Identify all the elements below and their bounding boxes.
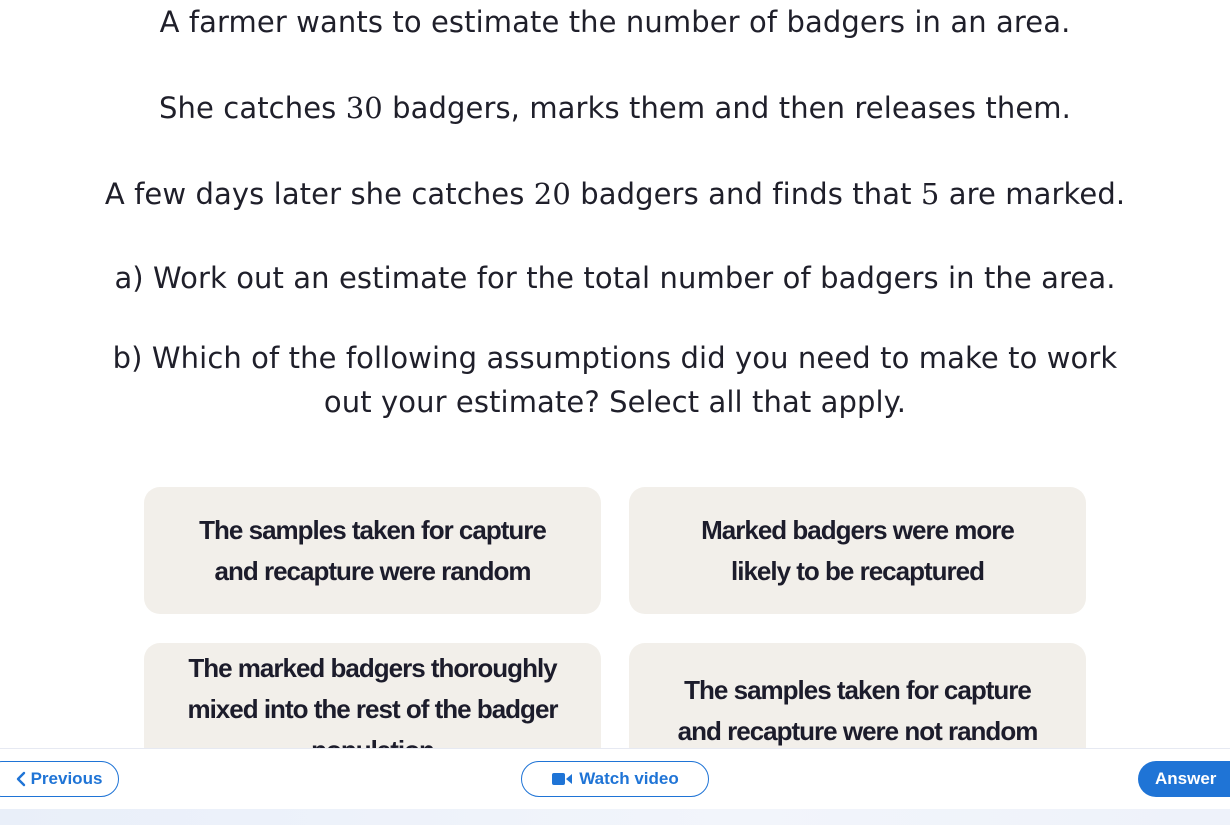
option-thoroughly-mixed[interactable]: The marked badgers thoroughly mixed into… [144,643,601,748]
answer-options: The samples taken for capture and recapt… [0,470,1230,748]
option-line: population [187,730,557,748]
watch-video-button[interactable]: Watch video [521,761,709,797]
nav-bar-strip [0,809,1230,825]
capture-count: 30 [345,91,383,125]
option-line: and recapture were not random [677,715,1039,746]
option-line: mixed into the rest of the badger [187,694,558,724]
question-part-a: a) Work out an estimate for the total nu… [114,261,1116,295]
chevron-left-icon [15,771,27,787]
recapture-text-after: are marked. [939,177,1126,211]
option-line: The samples taken for capture [199,514,547,545]
question-line-recapture: A few days later she catches 20 badgers … [0,172,1230,216]
recapture-count: 20 [533,177,571,211]
previous-label: Previous [30,769,103,788]
option-line: The samples taken for capture [684,674,1032,705]
question-line-capture: She catches 30 badgers, marks them and t… [0,86,1230,130]
video-camera-icon [551,772,573,786]
option-line: The marked badgers thoroughly [188,653,557,683]
option-line: likely to be recaptured [731,555,985,586]
option-line: Marked badgers were more [701,514,1015,545]
answer-label: Answer [1155,769,1217,788]
capture-text-after: badgers, marks them and then releases th… [382,91,1071,125]
question-part-b-line2: out your estimate? Select all that apply… [323,385,907,419]
answer-button[interactable]: Answer [1138,761,1230,797]
question-line-intro: A farmer wants to estimate the number of… [159,5,1071,39]
watch-video-label: Watch video [579,769,679,788]
question-part-b-line1: b) Which of the following assumptions di… [112,341,1118,375]
question-part-b: b) Which of the following assumptions di… [0,336,1230,424]
option-line: and recapture were random [214,555,532,586]
capture-text-before: She catches [159,91,346,125]
option-random-samples[interactable]: The samples taken for capture and recapt… [144,487,601,614]
marked-count: 5 [920,177,940,211]
recapture-text-before: A few days later she catches [104,177,534,211]
previous-button[interactable]: Previous [0,761,119,797]
bottom-navigation-bar: Previous Watch video Answer [0,748,1230,825]
recapture-text-middle: badgers and finds that [570,177,921,211]
option-marked-more-likely[interactable]: Marked badgers were more likely to be re… [629,487,1086,614]
option-not-random-samples[interactable]: The samples taken for capture and recapt… [629,643,1086,748]
